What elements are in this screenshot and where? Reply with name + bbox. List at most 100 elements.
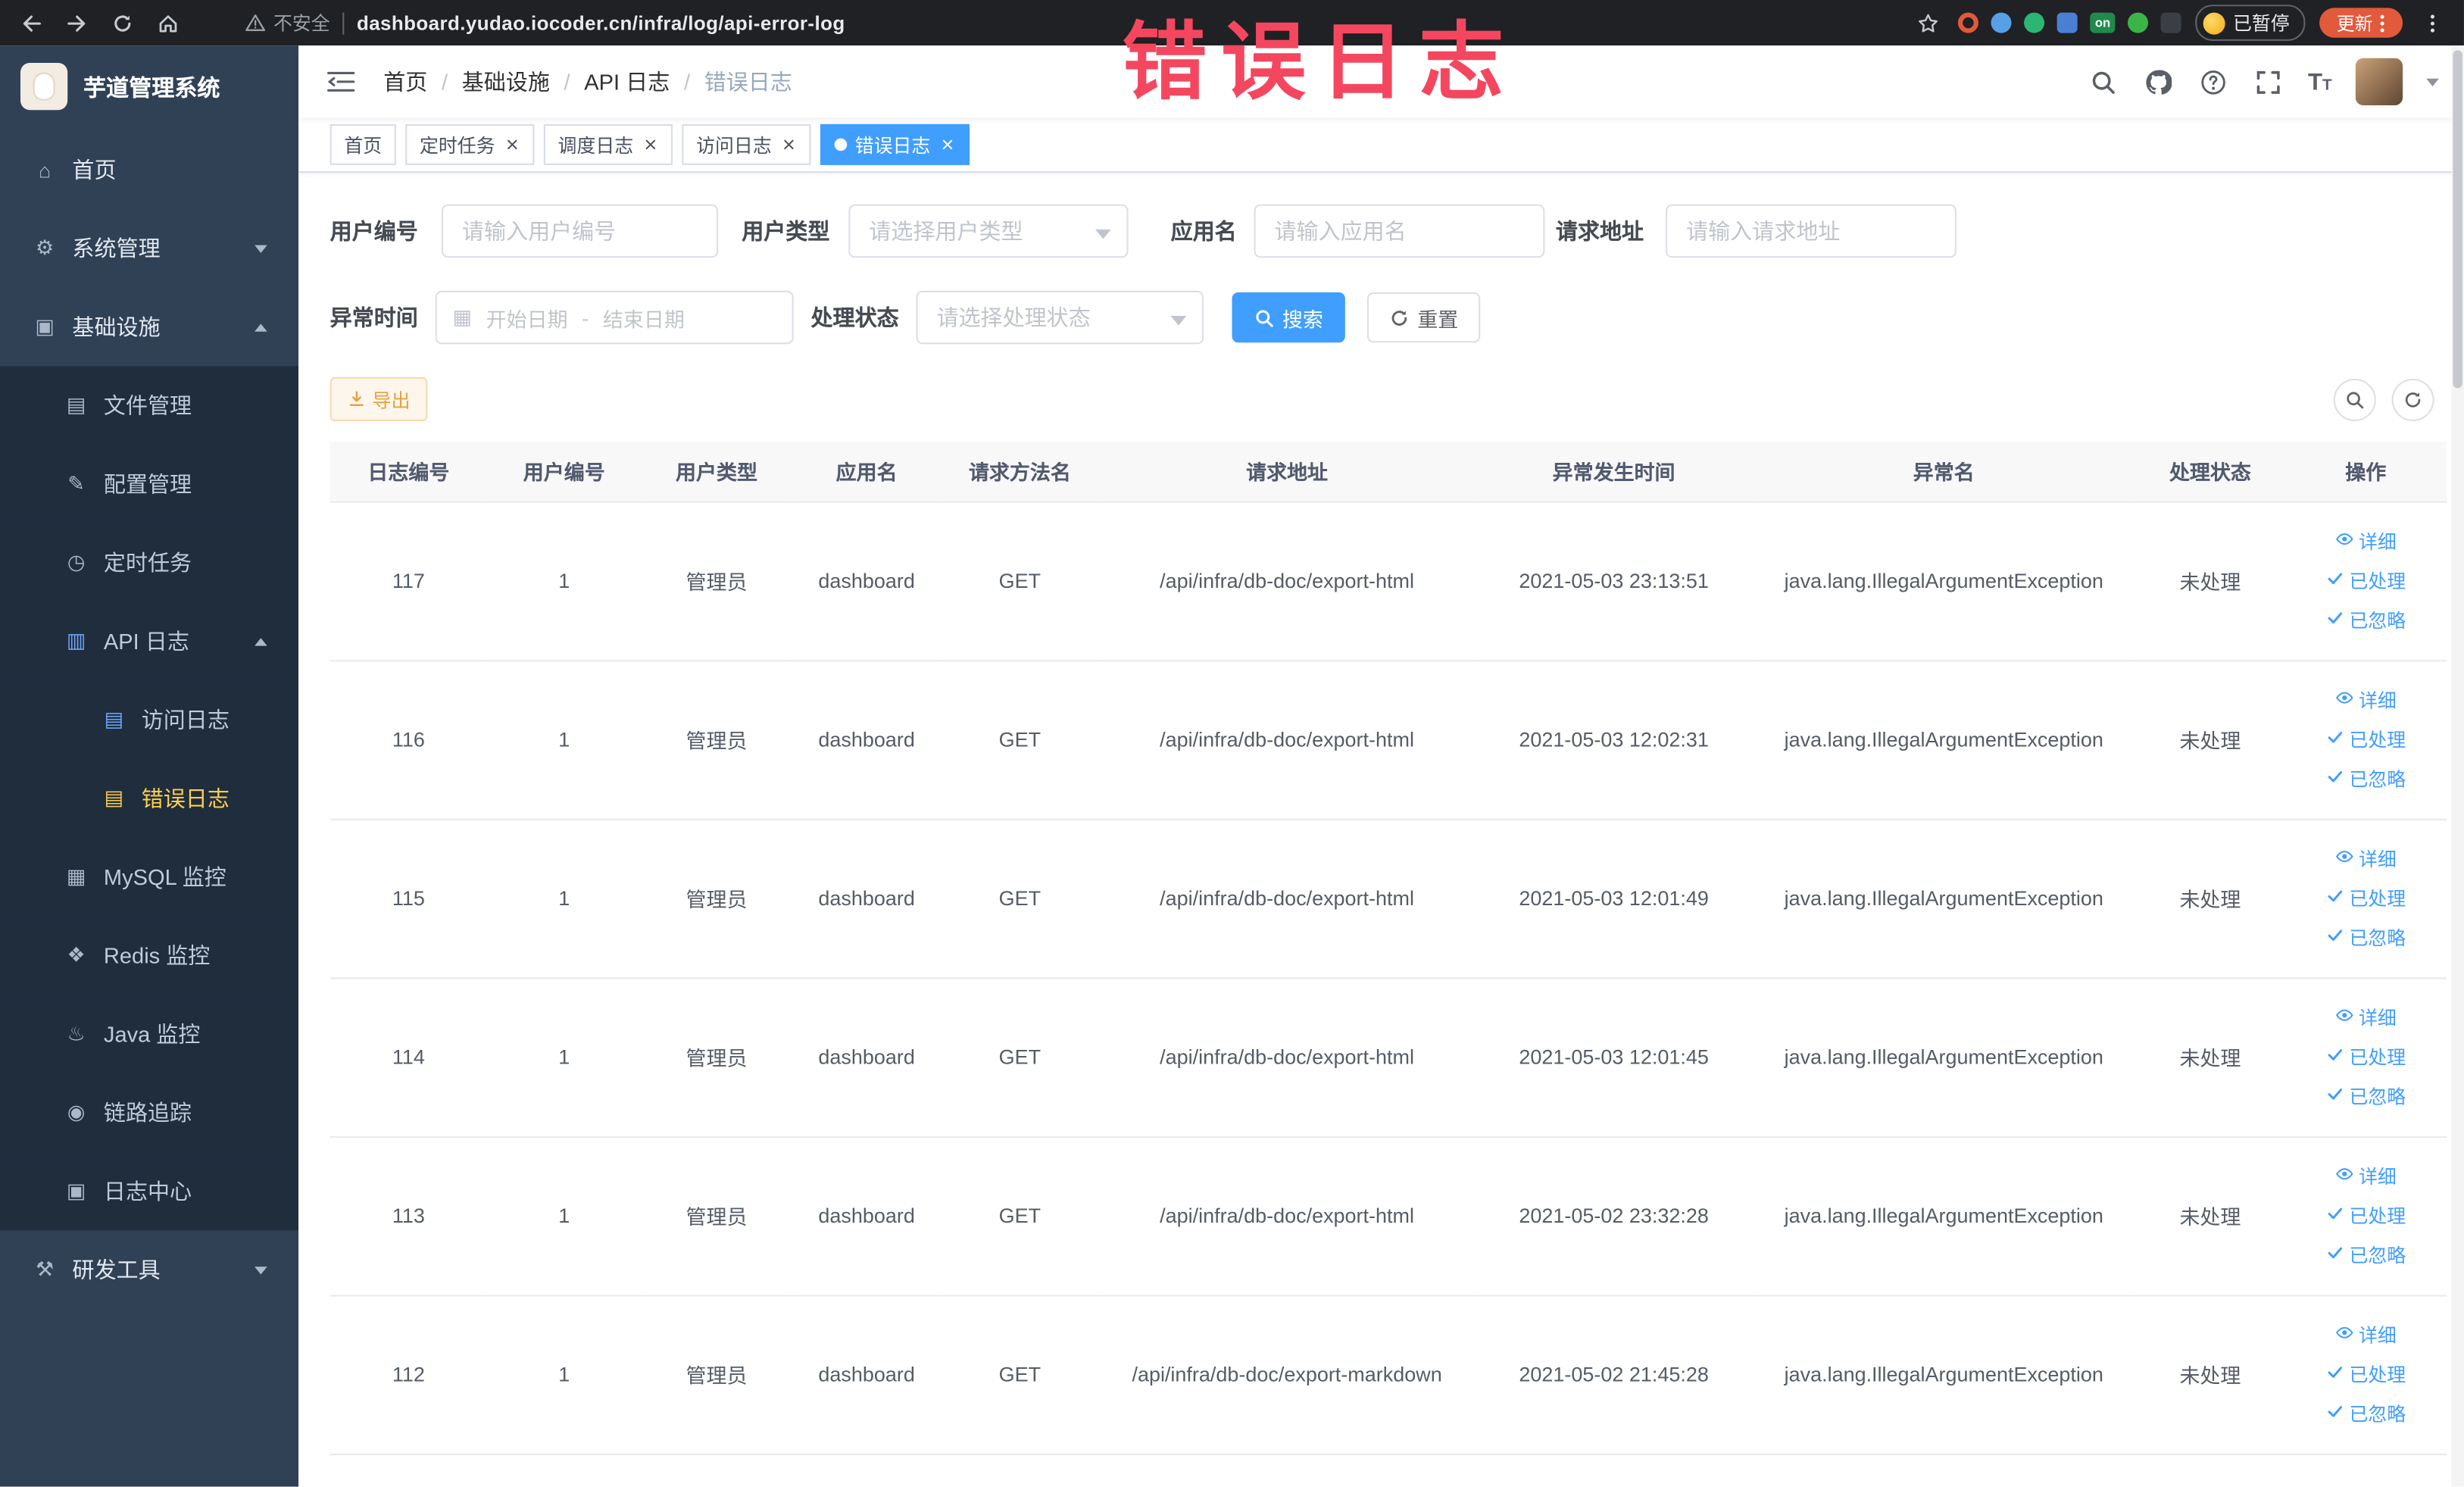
action-ignored[interactable]: 已忽略 xyxy=(2325,1242,2406,1268)
main-area: 首页 / 基础设施 / API 日志 / 错误日志 T T 首页 定时任务 调度… xyxy=(298,45,2464,1487)
action-ignored[interactable]: 已忽略 xyxy=(2325,607,2406,633)
extension-icon[interactable] xyxy=(1958,12,1979,33)
extension-icon[interactable]: on xyxy=(2090,12,2116,33)
action-detail[interactable]: 详细 xyxy=(2335,528,2397,555)
hamburger-icon[interactable] xyxy=(323,64,358,99)
search-button[interactable]: 搜索 xyxy=(1232,292,1345,343)
sidebar-item-trace[interactable]: ◉ 链路追踪 xyxy=(0,1073,299,1152)
security-chip[interactable]: 不安全 xyxy=(245,9,330,36)
extension-icon[interactable] xyxy=(2057,12,2078,33)
cell-user_id: 1 xyxy=(487,660,642,820)
paused-profile-chip[interactable]: 已暂停 xyxy=(2195,5,2306,41)
action-ignored[interactable]: 已忽略 xyxy=(2325,1082,2406,1109)
forward-icon[interactable] xyxy=(61,7,92,38)
sidebar-item-system[interactable]: ⚙ 系统管理 xyxy=(0,209,298,288)
table-toolbar: 导出 xyxy=(329,376,2447,421)
home-icon[interactable] xyxy=(152,7,183,38)
sidebar-item-log-center[interactable]: ▣ 日志中心 xyxy=(0,1151,299,1231)
action-processed[interactable]: 已处理 xyxy=(2325,885,2406,911)
app-name-input[interactable] xyxy=(1254,204,1545,258)
close-icon[interactable] xyxy=(779,136,797,153)
tags-view-bar: 首页 定时任务 调度日志 访问日志 错误日志 xyxy=(298,117,2464,173)
tab-调度日志[interactable]: 调度日志 xyxy=(543,123,673,165)
refresh-button[interactable] xyxy=(2391,377,2434,420)
action-ignored[interactable]: 已忽略 xyxy=(2325,1400,2406,1426)
action-ignored[interactable]: 已忽略 xyxy=(2325,765,2406,792)
extension-icon[interactable] xyxy=(2024,12,2045,33)
action-processed[interactable]: 已处理 xyxy=(2325,1044,2406,1070)
action-ignored[interactable]: 已忽略 xyxy=(2325,924,2406,951)
extension-icon[interactable] xyxy=(2127,12,2148,33)
action-detail[interactable]: 详细 xyxy=(2335,687,2397,714)
action-label: 详细 xyxy=(2358,1166,2397,1189)
toggle-search-button[interactable] xyxy=(2333,377,2376,420)
close-icon[interactable] xyxy=(938,136,956,153)
breadcrumb-item-api-log[interactable]: API 日志 xyxy=(584,66,670,97)
sidebar-item-java[interactable]: ♨ Java 监控 xyxy=(0,995,299,1073)
cell-url: /api/infra/db-doc/export-html xyxy=(1098,977,1476,1137)
check-icon xyxy=(2325,1045,2344,1069)
menu-kebab-icon[interactable] xyxy=(2417,7,2448,38)
back-icon[interactable] xyxy=(16,7,47,38)
request-url-input[interactable] xyxy=(1666,204,1957,258)
breadcrumb-item-home[interactable]: 首页 xyxy=(383,66,427,97)
user-type-select[interactable]: 请选择用户类型 xyxy=(848,204,1129,258)
sidebar-item-file[interactable]: ▤ 文件管理 xyxy=(0,366,299,445)
scrollbar-thumb[interactable] xyxy=(2453,50,2462,389)
sidebar-item-mysql[interactable]: ▦ MySQL 监控 xyxy=(0,837,299,917)
tab-定时任务[interactable]: 定时任务 xyxy=(405,123,535,165)
sidebar-item-home[interactable]: ⌂ 首页 xyxy=(0,130,298,209)
eye-icon xyxy=(2335,847,2354,870)
cell-url: /api/infra/db-doc/export-markdown xyxy=(1098,1295,1476,1455)
sidebar-item-dev-tools[interactable]: ⚒ 研发工具 xyxy=(0,1230,298,1309)
exception-time-range[interactable]: ▦ 开始日期 - 结束日期 xyxy=(435,290,794,345)
process-status-select[interactable]: 请选择处理状态 xyxy=(916,290,1204,345)
cell-status: 未处理 xyxy=(2135,501,2285,661)
action-processed[interactable]: 已处理 xyxy=(2325,1361,2406,1388)
tab-首页[interactable]: 首页 xyxy=(329,123,396,165)
request-url-label: 请求地址 xyxy=(1555,218,1644,244)
close-icon[interactable] xyxy=(503,136,520,153)
address-url[interactable]: dashboard.yudao.iocoder.cn/infra/log/api… xyxy=(357,12,845,34)
extension-icon[interactable] xyxy=(2160,12,2181,33)
breadcrumb-item-infra[interactable]: 基础设施 xyxy=(462,66,550,97)
sidebar-item-api-log[interactable]: ▥ API 日志 xyxy=(0,601,299,681)
search-icon[interactable] xyxy=(2088,66,2119,97)
update-label: 更新 xyxy=(2336,14,2373,34)
font-size-icon[interactable]: TT xyxy=(2308,70,2332,93)
sidebar-item-infra[interactable]: ▣ 基础设施 xyxy=(0,288,298,367)
sidebar-item-config[interactable]: ✎ 配置管理 xyxy=(0,445,299,523)
reload-icon[interactable] xyxy=(107,7,138,38)
user-id-input[interactable] xyxy=(441,204,719,258)
tab-访问日志[interactable]: 访问日志 xyxy=(682,123,811,165)
sidebar-item-access-log[interactable]: ▤ 访问日志 xyxy=(0,680,299,760)
config-icon: ✎ xyxy=(67,471,85,495)
avatar-caret-icon[interactable] xyxy=(2426,77,2439,86)
action-detail[interactable]: 详细 xyxy=(2335,1004,2397,1031)
sidebar-item-label: 定时任务 xyxy=(103,550,192,576)
help-icon[interactable] xyxy=(2198,66,2229,97)
reset-button[interactable]: 重置 xyxy=(1366,292,1481,343)
sidebar-item-label: 错误日志 xyxy=(141,786,230,811)
action-processed[interactable]: 已处理 xyxy=(2325,1202,2406,1229)
redis-icon: ❖ xyxy=(67,942,86,967)
sidebar-item-redis[interactable]: ❖ Redis 监控 xyxy=(0,916,299,995)
action-processed[interactable]: 已处理 xyxy=(2325,567,2406,594)
update-button[interactable]: 更新 xyxy=(2319,8,2403,38)
column-header: 请求方法名 xyxy=(941,441,1099,502)
bookmark-star-icon[interactable] xyxy=(1913,7,1944,38)
tab-错误日志[interactable]: 错误日志 xyxy=(820,123,970,165)
action-processed[interactable]: 已处理 xyxy=(2325,726,2406,752)
fullscreen-icon[interactable] xyxy=(2253,66,2284,97)
cell-app: dashboard xyxy=(792,1295,942,1455)
avatar[interactable] xyxy=(2355,58,2403,105)
action-detail[interactable]: 详细 xyxy=(2335,1163,2397,1189)
sidebar-item-error-log[interactable]: ▤ 错误日志 xyxy=(0,759,299,838)
export-button[interactable]: 导出 xyxy=(329,376,428,421)
close-icon[interactable] xyxy=(642,136,659,153)
action-detail[interactable]: 详细 xyxy=(2335,845,2397,872)
extension-icon[interactable] xyxy=(1991,12,2012,33)
sidebar-item-job[interactable]: ◷ 定时任务 xyxy=(0,523,299,602)
action-detail[interactable]: 详细 xyxy=(2335,1322,2397,1348)
github-icon[interactable] xyxy=(2143,66,2174,97)
